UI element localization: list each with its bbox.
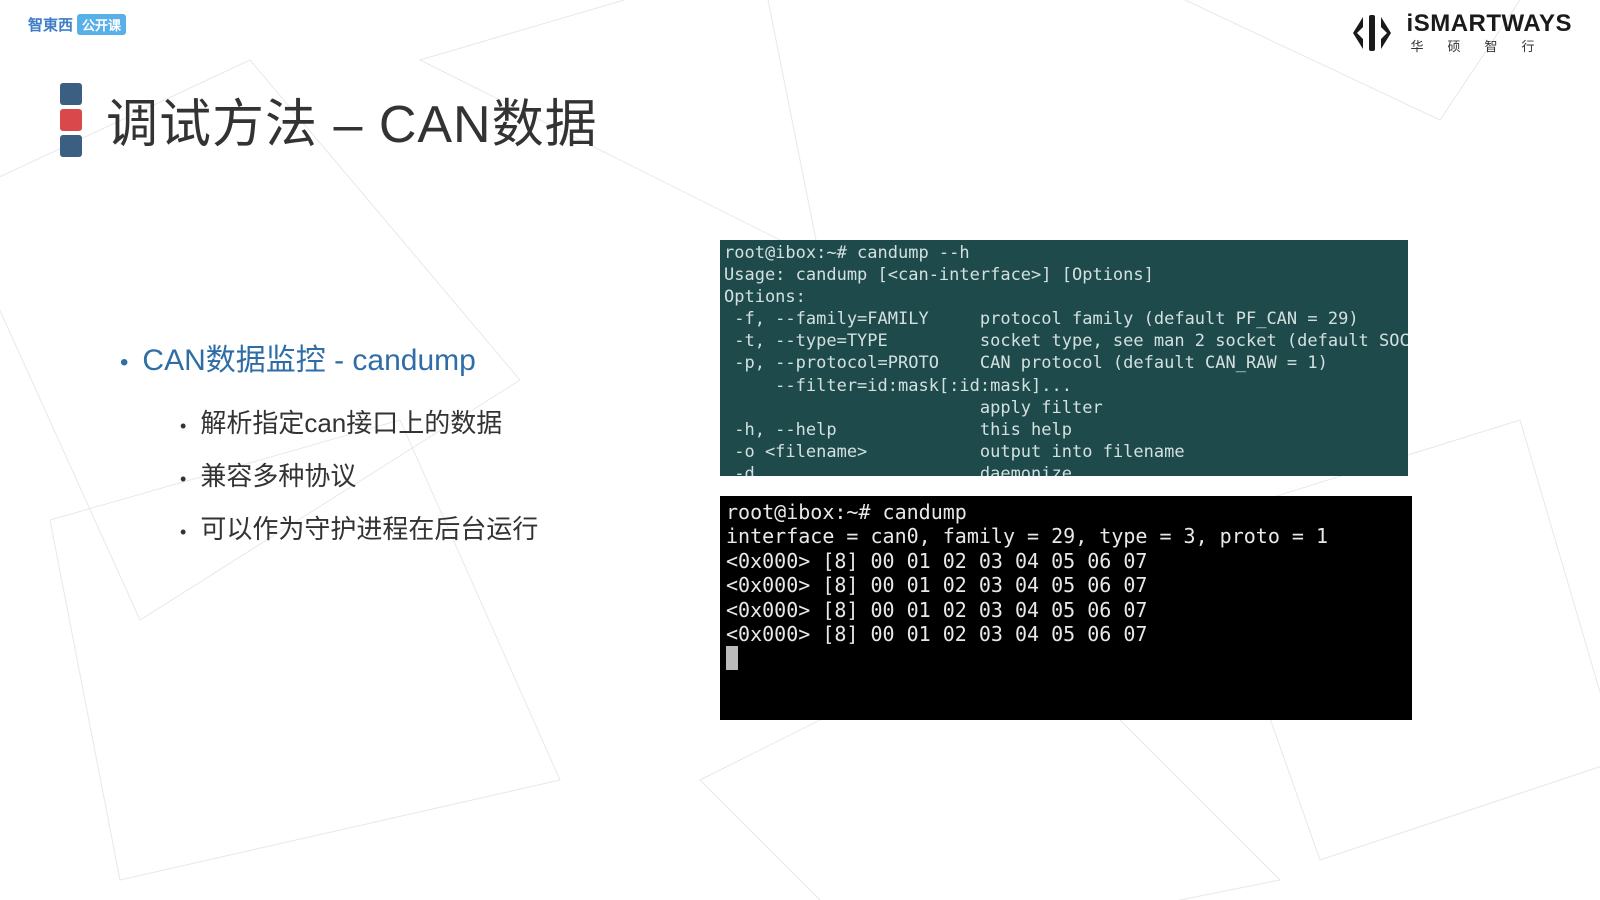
logo-brand-text: iSMARTWAYS xyxy=(1407,10,1572,38)
source-badge: 智東西 公开课 xyxy=(28,14,126,35)
sub-bullet-text: 解析指定can接口上的数据 xyxy=(200,403,502,440)
title-squares-icon xyxy=(60,83,82,157)
page-title: 调试方法 – CAN数据 xyxy=(106,82,598,157)
content-left: • CAN数据监控 - candump •解析指定can接口上的数据 •兼容多种… xyxy=(120,335,660,546)
terminal-output: root@ibox:~# candump interface = can0, f… xyxy=(720,496,1412,720)
badge-text: 智東西 xyxy=(28,14,73,35)
bullet-dot-icon: • xyxy=(120,351,128,375)
sub-bullet-text: 可以作为守护进程在后台运行 xyxy=(200,509,538,546)
main-bullet-text: CAN数据监控 - candump xyxy=(142,335,475,379)
brand-logo: iSMARTWAYS 华硕智行 xyxy=(1349,10,1572,55)
title-row: 调试方法 – CAN数据 xyxy=(60,82,598,157)
badge-tag: 公开课 xyxy=(77,14,126,35)
logo-mark-icon xyxy=(1349,11,1395,55)
sub-bullet: •解析指定can接口上的数据 xyxy=(180,403,660,440)
terminal-help: root@ibox:~# candump --h Usage: candump … xyxy=(720,240,1408,476)
logo-subtitle: 华硕智行 xyxy=(1411,36,1559,55)
sub-bullet: •可以作为守护进程在后台运行 xyxy=(180,509,660,546)
sub-bullet: •兼容多种协议 xyxy=(180,456,660,493)
sub-bullet-list: •解析指定can接口上的数据 •兼容多种协议 •可以作为守护进程在后台运行 xyxy=(180,403,660,546)
main-bullet: • CAN数据监控 - candump xyxy=(120,335,660,379)
sub-bullet-text: 兼容多种协议 xyxy=(200,456,356,493)
